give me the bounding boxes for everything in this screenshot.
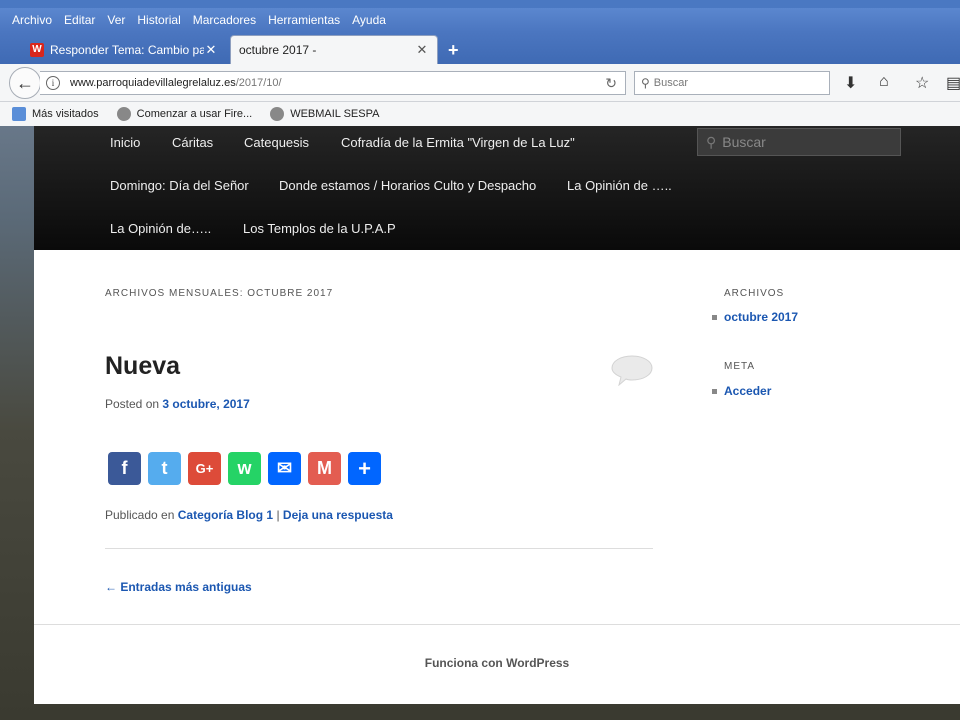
whatsapp-share-button[interactable]: w <box>228 452 261 485</box>
leave-reply-link[interactable]: Deja una respuesta <box>283 508 393 522</box>
login-link[interactable]: Acceder <box>724 384 771 398</box>
home-icon[interactable]: ⌂ <box>879 73 889 91</box>
nav-cofradia[interactable]: Cofradía de la Ermita "Virgen de La Luz" <box>341 135 575 150</box>
meta-widget-title: META <box>724 361 756 372</box>
facebook-share-button[interactable]: f <box>108 452 141 485</box>
post-title[interactable]: Nueva <box>105 352 180 381</box>
bookmarks-menu-icon[interactable]: ▤ <box>946 73 960 93</box>
nav-domingo[interactable]: Domingo: Día del Señor <box>110 178 249 193</box>
back-arrow-icon: ← <box>16 72 34 93</box>
meta-separator: | <box>276 508 280 522</box>
meta-prefix: Publicado en <box>105 508 175 522</box>
tab-title: octubre 2017 - <box>239 43 317 57</box>
bookmark-webmail-sespa[interactable]: WEBMAIL SESPA <box>270 107 379 121</box>
tab-bar: W Responder Tema: Cambio pa... ✕ octubre… <box>0 32 960 64</box>
tab-responder-tema[interactable]: W Responder Tema: Cambio pa... ✕ <box>22 35 226 64</box>
reload-icon[interactable]: ↻ <box>605 75 617 92</box>
more-share-button[interactable]: + <box>348 452 381 485</box>
nav-caritas[interactable]: Cáritas <box>172 135 213 150</box>
older-posts-nav: ← Entradas más antiguas <box>105 580 252 594</box>
posted-prefix: Posted on <box>105 397 160 411</box>
globe-icon <box>270 107 285 121</box>
web-page: Inicio Cáritas Catequesis Cofradía de la… <box>34 126 960 704</box>
gmail-share-button[interactable]: M <box>308 452 341 485</box>
url-path: /2017/10/ <box>235 77 282 89</box>
menu-editar[interactable]: Editar <box>58 13 101 27</box>
search-placeholder: Buscar <box>722 134 766 150</box>
bookmark-label: WEBMAIL SESPA <box>290 108 380 120</box>
tab-title: Responder Tema: Cambio pa... <box>50 42 204 57</box>
info-icon[interactable]: i <box>46 76 60 90</box>
site-navigation: Inicio Cáritas Catequesis Cofradía de la… <box>34 126 960 250</box>
nav-catequesis[interactable]: Catequesis <box>244 135 309 150</box>
divider <box>105 548 653 549</box>
search-icon: ⚲ <box>641 76 650 90</box>
nav-la-opinion-2[interactable]: La Opinión de….. <box>110 221 211 236</box>
menu-bar: Archivo Editar Ver Historial Marcadores … <box>0 8 960 32</box>
meta-widget-item: Acceder <box>712 384 771 398</box>
archives-widget-title: ARCHIVOS <box>724 288 785 299</box>
folder-icon <box>12 107 26 121</box>
bullet-icon <box>712 388 717 394</box>
footer-divider <box>34 624 960 625</box>
url-host: www.parroquiadevillalegrelaluz.es <box>70 77 236 89</box>
nav-los-templos[interactable]: Los Templos de la U.P.A.P <box>243 221 396 236</box>
menu-herramientas[interactable]: Herramientas <box>262 13 346 27</box>
post-date-line: Posted on 3 octubre, 2017 <box>105 397 250 411</box>
close-tab-icon[interactable]: ✕ <box>204 42 218 58</box>
footer-credit[interactable]: Funciona con WordPress <box>34 656 960 670</box>
category-link[interactable]: Categoría Blog 1 <box>178 508 273 522</box>
menu-marcadores[interactable]: Marcadores <box>187 13 262 27</box>
menu-historial[interactable]: Historial <box>131 13 186 27</box>
window-titlebar <box>0 0 960 8</box>
globe-icon <box>116 107 131 121</box>
menu-ayuda[interactable]: Ayuda <box>346 13 392 27</box>
bookmark-comenzar-firefox[interactable]: Comenzar a usar Fire... <box>116 107 253 121</box>
post-date-link[interactable]: 3 octubre, 2017 <box>162 397 249 411</box>
menu-ver[interactable]: Ver <box>101 13 131 27</box>
share-buttons: f t G+ w ✉ M + <box>108 452 388 485</box>
archive-october-link[interactable]: octubre 2017 <box>724 310 798 324</box>
archive-title: ARCHIVOS MENSUALES: OCTUBRE 2017 <box>105 288 334 299</box>
bookmark-star-icon[interactable]: ☆ <box>915 73 929 93</box>
new-tab-icon[interactable]: + <box>448 40 459 61</box>
close-tab-icon[interactable]: ✕ <box>415 42 429 58</box>
menu-archivo[interactable]: Archivo <box>6 13 58 27</box>
browser-search-input[interactable]: ⚲ Buscar <box>634 71 830 95</box>
back-button[interactable]: ← <box>9 67 41 99</box>
bookmark-label: Más visitados <box>32 108 99 120</box>
nav-inicio[interactable]: Inicio <box>110 135 140 150</box>
twitter-share-button[interactable]: t <box>148 452 181 485</box>
downloads-icon[interactable]: ⬇ <box>844 73 857 93</box>
archives-widget-item: octubre 2017 <box>712 310 798 324</box>
bookmarks-toolbar: Más visitados Comenzar a usar Fire... WE… <box>0 102 960 126</box>
older-posts-link[interactable]: ← Entradas más antiguas <box>105 580 252 594</box>
post-meta: Publicado en Categoría Blog 1 | Deja una… <box>105 508 393 522</box>
navigation-toolbar: ← i www.parroquiadevillalegrelaluz.es/20… <box>0 64 960 102</box>
nav-donde-estamos[interactable]: Donde estamos / Horarios Culto y Despach… <box>279 178 536 193</box>
search-placeholder: Buscar <box>653 77 689 89</box>
email-share-button[interactable]: ✉ <box>268 452 301 485</box>
site-search-input[interactable]: ⚲ Buscar <box>697 128 901 156</box>
search-icon: ⚲ <box>706 133 717 150</box>
bookmark-mas-visitados[interactable]: Más visitados <box>12 107 99 121</box>
bullet-icon <box>712 314 717 320</box>
google-plus-share-button[interactable]: G+ <box>188 452 221 485</box>
nav-la-opinion-1[interactable]: La Opinión de ….. <box>567 178 672 193</box>
comment-bubble-icon[interactable] <box>611 354 653 386</box>
url-bar[interactable]: i www.parroquiadevillalegrelaluz.es/2017… <box>40 71 626 95</box>
bookmark-label: Comenzar a usar Fire... <box>136 108 253 120</box>
site-favicon-icon: W <box>30 42 44 57</box>
tab-octubre-2017[interactable]: octubre 2017 - ✕ <box>230 35 438 64</box>
